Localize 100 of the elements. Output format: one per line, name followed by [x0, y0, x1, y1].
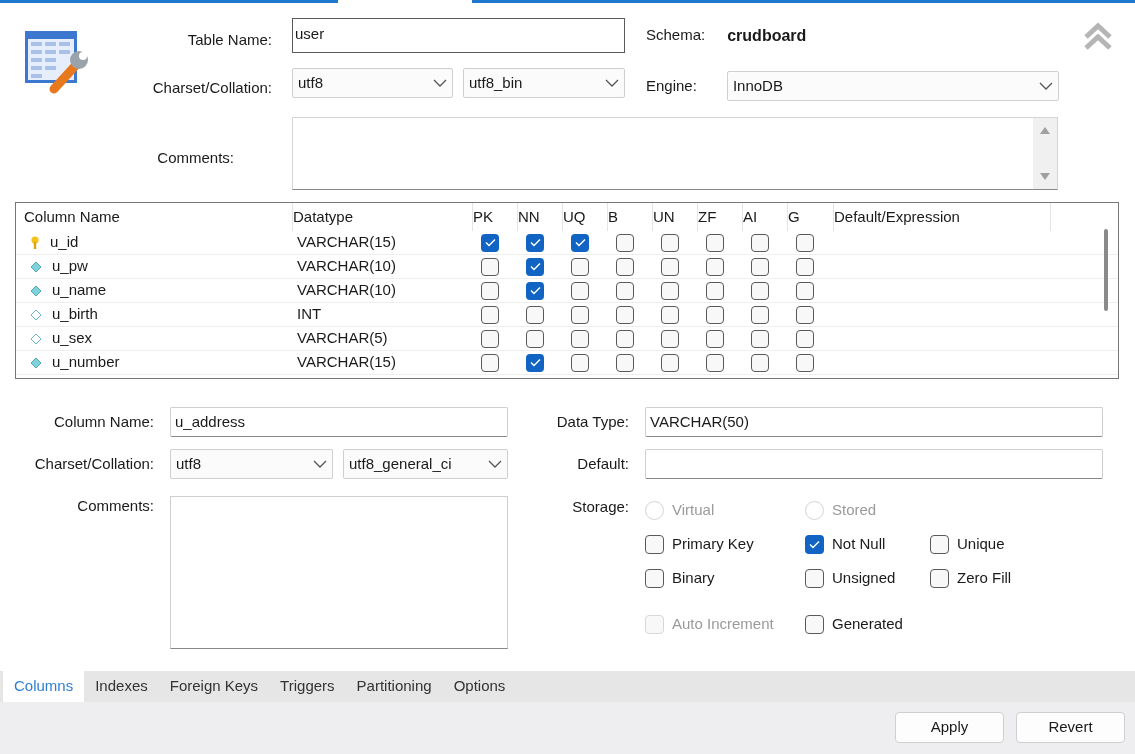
- checkbox[interactable]: [571, 305, 589, 324]
- column-header[interactable]: PK: [473, 203, 518, 231]
- option-label: Generated: [832, 613, 903, 634]
- table-name-field[interactable]: user: [292, 18, 625, 53]
- table-cell-text: u_sex: [52, 328, 93, 349]
- checkbox[interactable]: [661, 305, 679, 324]
- column-header[interactable]: G: [788, 203, 834, 231]
- checkbox[interactable]: [571, 329, 589, 348]
- checkbox[interactable]: [796, 257, 814, 276]
- checkbox[interactable]: [661, 281, 679, 300]
- tab[interactable]: Columns: [3, 671, 85, 702]
- field-label: Comments:: [77, 496, 154, 516]
- checkbox[interactable]: [796, 281, 814, 300]
- column-header[interactable]: B: [608, 203, 653, 231]
- checkbox[interactable]: [526, 353, 544, 372]
- checkbox[interactable]: [751, 233, 769, 252]
- tab[interactable]: Options: [442, 671, 517, 702]
- checkbox[interactable]: [616, 305, 634, 324]
- column-header[interactable]: UN: [653, 203, 698, 231]
- checkbox[interactable]: [805, 534, 824, 554]
- checkbox[interactable]: [616, 281, 634, 300]
- checkbox[interactable]: [661, 329, 679, 348]
- option-label: Unsigned: [832, 567, 896, 588]
- checkbox[interactable]: [805, 614, 824, 634]
- action-button[interactable]: Revert: [1016, 712, 1125, 743]
- checkbox[interactable]: [796, 329, 814, 348]
- checkbox[interactable]: [645, 568, 664, 588]
- checkbox[interactable]: [616, 353, 634, 372]
- column-header[interactable]: AI: [743, 203, 788, 231]
- collation-dropdown[interactable]: utf8_bin: [463, 68, 625, 98]
- tab[interactable]: Foreign Keys: [158, 671, 270, 702]
- checkbox[interactable]: [481, 353, 499, 372]
- checkbox[interactable]: [751, 353, 769, 372]
- checkbox[interactable]: [645, 534, 664, 554]
- checkbox[interactable]: [481, 305, 499, 324]
- column-header[interactable]: Column Name: [16, 203, 293, 231]
- checkbox[interactable]: [706, 305, 724, 324]
- checkbox[interactable]: [526, 257, 544, 276]
- collation-dropdown[interactable]: utf8_general_ci: [343, 449, 508, 479]
- tab[interactable]: Indexes: [84, 671, 159, 702]
- column-header[interactable]: Default/Expression: [834, 203, 1051, 231]
- option-label: Not Null: [832, 533, 886, 554]
- checkbox[interactable]: [481, 233, 499, 252]
- column-header[interactable]: UQ: [563, 203, 608, 231]
- checkbox[interactable]: [616, 233, 634, 252]
- table-cell: VARCHAR(15): [297, 233, 396, 251]
- checkmark-icon: [484, 238, 496, 247]
- charset-dropdown[interactable]: utf8: [292, 68, 453, 98]
- checkbox[interactable]: [616, 329, 634, 348]
- data-type-field[interactable]: VARCHAR(50): [645, 407, 1103, 437]
- checkbox[interactable]: [481, 281, 499, 300]
- action-button[interactable]: Apply: [895, 712, 1004, 743]
- checkbox[interactable]: [706, 233, 724, 252]
- checkbox[interactable]: [706, 329, 724, 348]
- checkbox[interactable]: [805, 568, 824, 588]
- column-header[interactable]: ZF: [698, 203, 743, 231]
- checkbox[interactable]: [661, 233, 679, 252]
- checkbox[interactable]: [751, 281, 769, 300]
- checkbox[interactable]: [796, 233, 814, 252]
- checkbox[interactable]: [526, 233, 544, 252]
- checkmark-icon: [809, 539, 820, 549]
- checkbox[interactable]: [796, 305, 814, 324]
- default-field[interactable]: [645, 449, 1103, 479]
- checkbox[interactable]: [481, 257, 499, 276]
- column-name-field[interactable]: u_address: [170, 407, 508, 437]
- checkbox[interactable]: [571, 257, 589, 276]
- checkbox[interactable]: [571, 353, 589, 372]
- checkbox[interactable]: [481, 329, 499, 348]
- engine-dropdown[interactable]: InnoDB: [726, 71, 1059, 101]
- checkbox[interactable]: [526, 305, 544, 324]
- option-label: Unique: [957, 533, 1005, 554]
- checkbox[interactable]: [930, 568, 949, 588]
- field-label: Default:: [577, 453, 629, 474]
- checkbox[interactable]: [571, 233, 589, 252]
- field-label: Comments:: [157, 148, 234, 168]
- scrollbar-thumb[interactable]: [1104, 229, 1108, 311]
- checkbox[interactable]: [526, 281, 544, 300]
- checkbox[interactable]: [571, 281, 589, 300]
- checkbox[interactable]: [661, 257, 679, 276]
- checkbox[interactable]: [706, 353, 724, 372]
- column-header[interactable]: NN: [518, 203, 563, 231]
- checkbox[interactable]: [930, 534, 949, 554]
- checkbox[interactable]: [751, 257, 769, 276]
- diamond-icon: [30, 260, 42, 273]
- table-cell-text: u_number: [52, 352, 120, 373]
- checkbox[interactable]: [616, 257, 634, 276]
- option-label: Stored: [832, 499, 877, 520]
- checkbox[interactable]: [661, 353, 679, 372]
- column-header[interactable]: Datatype: [293, 203, 473, 231]
- checkbox[interactable]: [706, 257, 724, 276]
- checkbox[interactable]: [706, 281, 724, 300]
- checkbox[interactable]: [751, 329, 769, 348]
- tab[interactable]: Partitioning: [345, 671, 443, 702]
- field-label: Engine:: [646, 75, 697, 96]
- checkbox[interactable]: [751, 305, 769, 324]
- checkbox[interactable]: [526, 329, 544, 348]
- option-label: Auto Increment: [672, 613, 774, 634]
- charset-dropdown[interactable]: utf8: [170, 449, 333, 479]
- checkbox[interactable]: [796, 353, 814, 372]
- tab[interactable]: Triggers: [269, 671, 346, 702]
